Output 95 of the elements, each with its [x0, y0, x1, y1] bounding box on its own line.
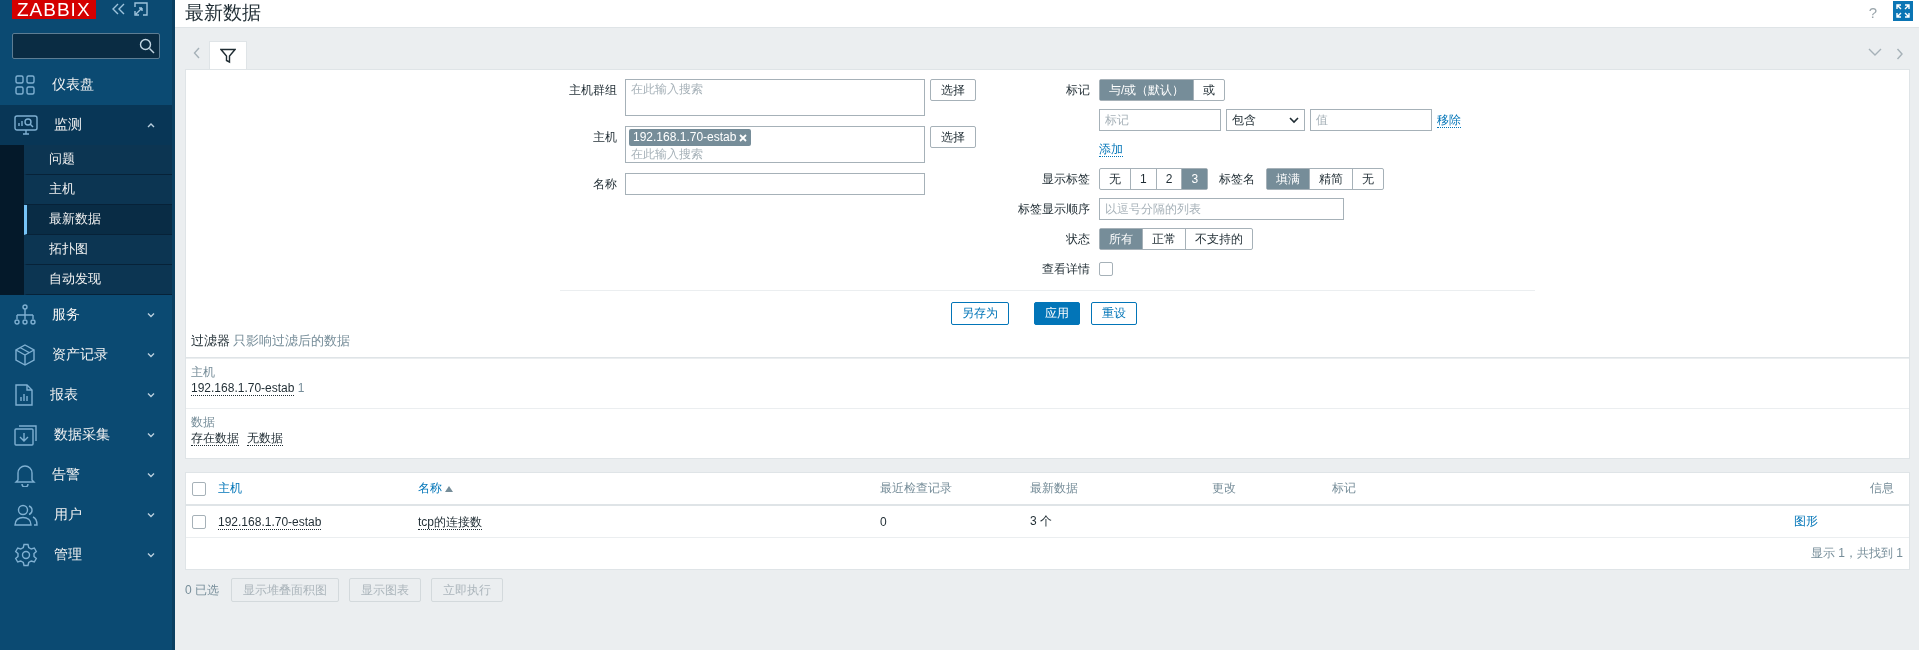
menu-item[interactable]: 仪表盘 — [0, 65, 172, 105]
chevron-icon — [146, 471, 156, 479]
submenu-item[interactable]: 主机 — [24, 175, 172, 205]
name-field[interactable] — [625, 173, 925, 195]
column-header: 最近检查记录 — [880, 481, 952, 495]
field-label: 标记 — [1065, 82, 1090, 99]
field-label: 标签名 — [1219, 170, 1256, 188]
menu-item[interactable]: 资产记录 — [0, 335, 172, 375]
chevron-down-icon[interactable] — [1868, 48, 1882, 57]
segment-option[interactable]: 精简 — [1309, 169, 1353, 189]
document-chart-icon — [14, 383, 34, 407]
close-icon[interactable] — [739, 133, 748, 142]
page-title: 最新数据 — [185, 3, 262, 25]
filter-note: 过滤器 只影响过滤后的数据 — [191, 333, 352, 349]
subfilter-label: 数据 — [191, 415, 216, 430]
chevron-left-icon[interactable] — [193, 47, 201, 59]
kiosk-icon[interactable] — [133, 2, 148, 16]
graph-link[interactable]: 图形 — [1774, 513, 1909, 530]
column-header: 更改 — [1212, 481, 1236, 495]
selected-count: 0 已选 — [185, 581, 219, 599]
chevron-icon — [146, 431, 156, 439]
select-button[interactable]: 选择 — [930, 126, 976, 148]
column-header[interactable]: 主机 — [218, 480, 242, 497]
field-label: 名称 — [592, 176, 618, 193]
menu-item[interactable]: 数据采集 — [0, 415, 172, 455]
subfilter-link[interactable]: 无数据 — [247, 431, 283, 446]
segment-option[interactable]: 正常 — [1142, 229, 1185, 249]
column-header: 信息 — [1870, 481, 1894, 495]
submenu-item[interactable]: 自动发现 — [24, 265, 172, 295]
filter-icon — [220, 47, 236, 64]
result-count: 显示 1，共找到 1 — [1811, 546, 1903, 560]
chevron-icon — [146, 351, 156, 359]
chevron-icon — [146, 511, 156, 519]
host-link[interactable]: 192.168.1.70-estab — [218, 514, 322, 530]
checkbox[interactable] — [192, 514, 206, 529]
segment-option[interactable]: 无 — [1100, 169, 1130, 189]
logo[interactable]: ZABBIX — [12, 0, 96, 19]
table-cell-text: 0 — [880, 514, 888, 529]
remove-link[interactable]: 移除 — [1437, 112, 1461, 128]
expand-icon — [1896, 4, 1910, 18]
add-link[interactable]: 添加 — [1099, 142, 1123, 157]
search-field[interactable] — [12, 33, 160, 59]
menu-item[interactable]: 报表 — [0, 375, 172, 415]
gear-icon — [14, 543, 38, 567]
operator-dropdown[interactable]: 包含 — [1226, 109, 1305, 131]
search-icon — [139, 38, 155, 54]
filter-button[interactable]: 另存为 — [951, 302, 1009, 325]
menu-item[interactable]: 服务 — [0, 295, 172, 335]
segment-option[interactable]: 或 — [1193, 80, 1225, 100]
field-label: 显示标签 — [1041, 171, 1090, 188]
fullscreen-button[interactable] — [1893, 1, 1913, 21]
menu-item[interactable]: 用户 — [0, 495, 172, 535]
submenu-item[interactable]: 最新数据 — [24, 205, 172, 235]
menu-item[interactable]: 管理 — [0, 535, 172, 575]
bell-icon — [14, 463, 36, 487]
table-cell-text: 3 个 — [1030, 513, 1053, 530]
field-label: 状态 — [1065, 231, 1090, 248]
chevron-right-icon[interactable] — [1896, 48, 1904, 60]
subfilter-link[interactable]: 存在数据 — [191, 431, 239, 446]
subfilter-label: 主机 — [191, 365, 216, 380]
menu-item[interactable]: 告警 — [0, 455, 172, 495]
chevron-icon — [146, 311, 156, 319]
hierarchy-icon — [14, 304, 36, 326]
users-icon — [14, 504, 38, 526]
field-label: 主机 — [592, 129, 618, 146]
submenu-item[interactable]: 拓扑图 — [24, 235, 172, 265]
sort-up-icon — [445, 485, 453, 492]
apply-button[interactable]: 应用 — [1034, 302, 1080, 325]
chevron-icon — [146, 391, 156, 399]
segment-option[interactable]: 不支持的 — [1185, 229, 1252, 249]
filter-button[interactable]: 重设 — [1091, 302, 1137, 325]
count: 1 — [297, 381, 305, 395]
cube-icon — [14, 344, 36, 366]
select-button[interactable]: 选择 — [930, 79, 976, 101]
segment-option[interactable]: 无 — [1352, 169, 1384, 189]
segment-option[interactable]: 1 — [1130, 169, 1156, 189]
checkbox[interactable] — [192, 481, 206, 496]
column-header: 标记 — [1332, 481, 1356, 495]
column-header[interactable]: 名称 — [418, 480, 453, 497]
monitor-icon — [14, 114, 38, 136]
filter-tab[interactable] — [209, 41, 247, 69]
chevron-icon — [146, 551, 156, 559]
column-header: 最新数据 — [1030, 481, 1078, 495]
field-label: 标签显示顺序 — [1017, 201, 1090, 218]
download-icon — [14, 424, 38, 446]
field-label: 主机群组 — [568, 82, 618, 99]
caret-icon — [1289, 116, 1299, 124]
subfilter-link[interactable]: 192.168.1.70-estab — [191, 381, 295, 396]
field-label: 查看详情 — [1041, 261, 1090, 278]
checkbox[interactable] — [1099, 262, 1113, 276]
menu-item[interactable]: 监测 — [0, 105, 172, 145]
chevron-icon — [146, 121, 156, 129]
submenu-item[interactable]: 问题 — [24, 145, 172, 175]
item-link[interactable]: tcp的连接数 — [418, 514, 482, 530]
grid-icon — [14, 74, 36, 96]
